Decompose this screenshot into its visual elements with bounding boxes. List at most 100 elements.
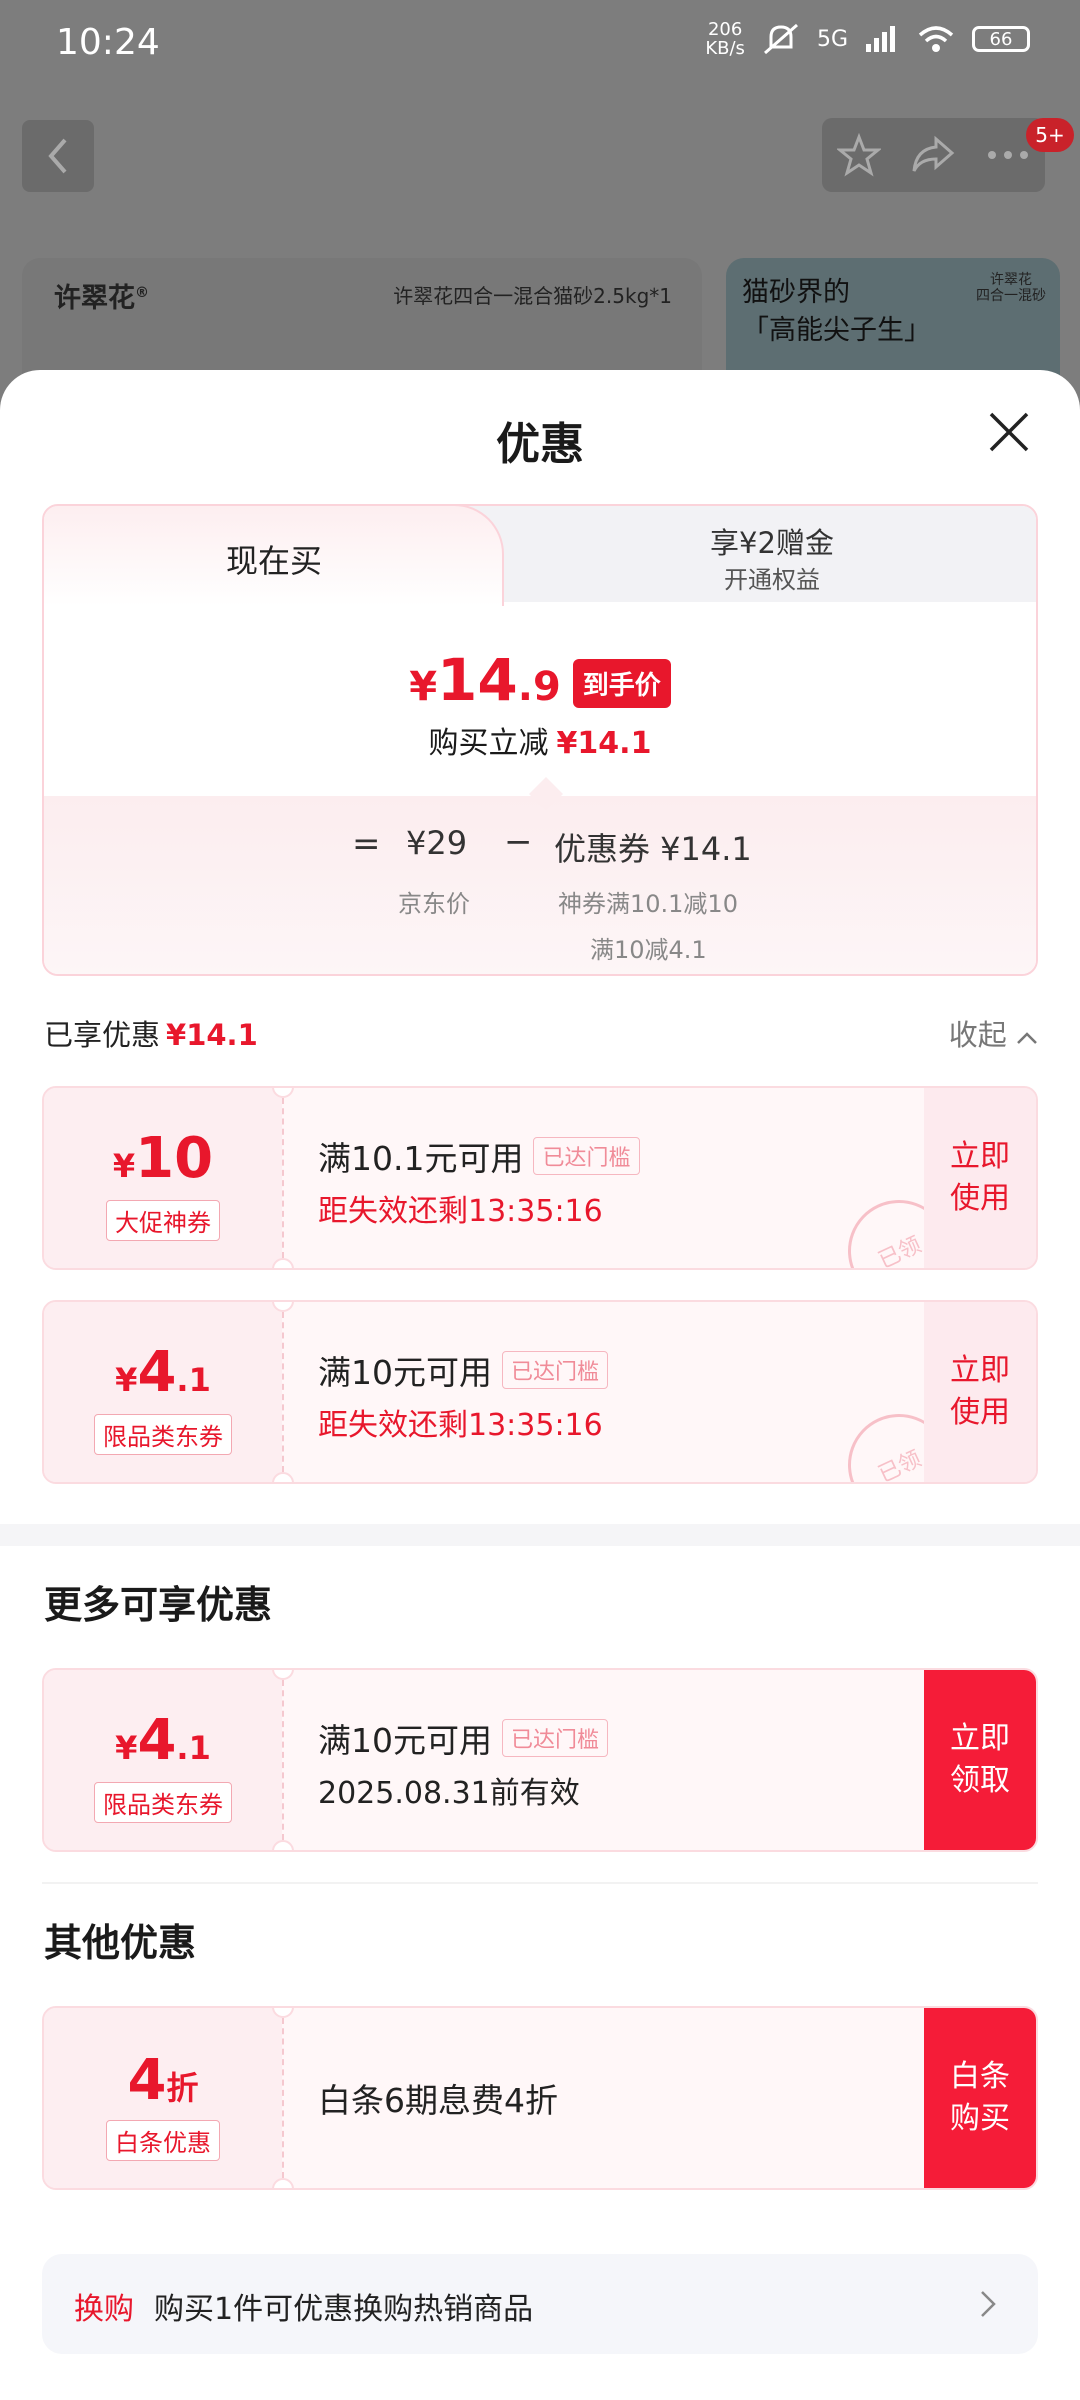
slogan-line1: 猫砂界的: [742, 277, 850, 308]
coupon-amount-int: 4: [137, 1340, 177, 1405]
final-price-int: 14: [437, 646, 518, 714]
chevron-up-icon: [1017, 1032, 1037, 1044]
discount-sheet: 优惠 现在买 享¥2赠金 开通权益 ¥ 14 .9 到手价 购买立减 ¥14.1 …: [0, 370, 1080, 2400]
tab-vip-bonus[interactable]: 享¥2赠金: [504, 520, 1036, 562]
coupon-note-2: 满10减4.1: [590, 936, 707, 964]
coupon-amount-dec: .1: [176, 1729, 211, 1767]
coupon-card: ¥ 4 .1 限品类东券 满10元可用 已达门槛 距失效还剩13:35:16 已…: [42, 1300, 1038, 1484]
coupon-condition-text: 满10元可用: [318, 1353, 492, 1392]
status-bar: 10:24 206 KB/s 5G 66: [0, 0, 1080, 92]
signal-icon: [866, 26, 895, 52]
coupon-amount-dec: .1: [176, 1361, 211, 1399]
chevron-right-icon: [981, 2291, 996, 2317]
offer-type-label: 白条优惠: [106, 2120, 220, 2161]
enjoyed-discount: 已享优惠 ¥14.1: [44, 1012, 258, 1054]
coupon-notch: [272, 1472, 294, 1482]
coupon-currency: ¥: [115, 1729, 138, 1767]
offer-description: 白条6期息费4折: [318, 2081, 558, 2120]
coupon-condition: 满10元可用 已达门槛: [318, 1714, 609, 1762]
coupon-amount: ¥ 10: [44, 1126, 282, 1191]
final-price: ¥ 14 .9 到手价: [44, 646, 1036, 714]
threshold-reached-badge: 已达门槛: [533, 1137, 640, 1175]
enjoyed-value: ¥14.1: [166, 1018, 258, 1052]
network-type: 5G: [816, 26, 848, 52]
coupon-notch: [272, 1258, 294, 1268]
coupon-amount: ¥ 4 .1: [44, 1340, 282, 1405]
sheet-title: 优惠: [496, 419, 584, 470]
section-divider: [0, 1524, 1080, 1546]
other-discounts-title: 其他优惠: [44, 1921, 197, 1965]
exchange-purchase-row[interactable]: 换购 购买1件可优惠换购热销商品: [42, 2254, 1038, 2354]
brand-name: 许翠花®: [54, 276, 149, 315]
use-now-button[interactable]: 立即 使用: [924, 1088, 1036, 1268]
price-breakdown: = ¥29 − 优惠券 ¥14.1 京东价 神券满10.1减10 满10减4.1: [44, 777, 1036, 974]
net-speed-value: 206: [707, 19, 743, 40]
net-speed-unit: KB/s: [705, 38, 745, 59]
offer-type: 白条优惠: [44, 2120, 282, 2161]
coupon-type-label: 限品类东券: [94, 1782, 232, 1823]
claim-now-button[interactable]: 立即 领取: [924, 1670, 1036, 1850]
instant-discount-label: 购买立减: [428, 726, 549, 761]
baitiao-buy-button[interactable]: 白条 购买: [924, 2008, 1036, 2188]
coupon-total: 优惠券 ¥14.1: [554, 830, 752, 868]
star-icon[interactable]: [836, 133, 881, 177]
top-actions: [822, 118, 1045, 192]
discount-rate: 4 折: [44, 2048, 282, 2113]
coupon-condition-text: 满10.1元可用: [318, 1139, 524, 1178]
coupon-card: ¥ 10 大促神券 满10.1元可用 已达门槛 距失效还剩13:35:16 已领…: [42, 1086, 1038, 1270]
coupon-countdown: 距失效还剩13:35:16: [318, 1194, 603, 1229]
final-price-dec: .9: [517, 664, 561, 710]
more-icon[interactable]: [986, 149, 1030, 161]
coupon-currency: ¥: [112, 1147, 136, 1185]
threshold-reached-badge: 已达门槛: [502, 1351, 609, 1389]
exchange-label: 换购: [74, 2292, 134, 2327]
cart-badge: 5+: [1026, 118, 1074, 152]
coupon-divider: [282, 1680, 284, 1840]
slogan-line2: 「高能尖子生」: [742, 315, 931, 346]
battery-icon: 66: [972, 26, 1030, 52]
use-now-button[interactable]: 立即 使用: [924, 1302, 1036, 1482]
tab-buy-now-label[interactable]: 现在买: [44, 536, 504, 582]
chevron-left-icon: [48, 138, 67, 174]
coupon-countdown: 距失效还剩13:35:16: [318, 1408, 603, 1443]
coupon-condition-text: 满10元可用: [318, 1721, 492, 1760]
status-time: 10:24: [56, 22, 160, 63]
claimable-coupon-card: ¥ 4 .1 限品类东券 满10元可用 已达门槛 2025.08.31前有效 立…: [42, 1668, 1038, 1852]
brand-text: 许翠花: [54, 283, 135, 314]
coupon-amount-int: 4: [137, 1708, 177, 1773]
coupon-type-label: 大促神券: [106, 1200, 220, 1241]
coupon-type: 大促神券: [44, 1200, 282, 1241]
jd-price-label: 京东价: [398, 890, 470, 918]
caret: [529, 777, 563, 811]
enjoyed-label: 已享优惠: [44, 1018, 161, 1052]
share-icon[interactable]: [910, 135, 956, 175]
side-tag: 许翠花 四合一混砂: [976, 272, 1046, 304]
jd-price: ¥29: [406, 824, 468, 862]
coupon-condition: 满10元可用 已达门槛: [318, 1346, 609, 1394]
collapse-label: 收起: [948, 1018, 1007, 1052]
side-tag-line2: 四合一混砂: [976, 288, 1046, 304]
threshold-reached-badge: 已达门槛: [502, 1719, 609, 1757]
more-discounts-title: 更多可享优惠: [44, 1583, 273, 1627]
back-button[interactable]: [22, 120, 94, 192]
coupon-condition: 满10.1元可用 已达门槛: [318, 1132, 640, 1180]
tab-vip-sub[interactable]: 开通权益: [504, 560, 1036, 595]
mute-bell-icon: [763, 23, 798, 55]
wifi-icon: [918, 26, 954, 52]
collapse-button[interactable]: 收起: [949, 1012, 1038, 1054]
coupon-currency: ¥: [115, 1361, 138, 1399]
exchange-text: 购买1件可优惠换购热销商品: [154, 2292, 534, 2327]
final-price-currency: ¥: [409, 664, 438, 710]
close-icon[interactable]: [985, 408, 1033, 456]
baitiao-offer-card: 4 折 白条优惠 白条6期息费4折 白条 购买: [42, 2006, 1038, 2190]
coupon-validity: 2025.08.31前有效: [318, 1776, 580, 1811]
equals-sign: =: [352, 824, 381, 864]
background-page: 10:24 206 KB/s 5G 66 5+ 许翠花® 许翠花四合一混合猫砂2…: [0, 0, 1080, 428]
coupon-notch: [272, 2178, 294, 2188]
product-title: 许翠花四合一混合猫砂2.5kg*1: [393, 284, 672, 308]
coupon-type: 限品类东券: [44, 1782, 282, 1823]
separator: [42, 1882, 1038, 1884]
coupon-amount-int: 10: [135, 1126, 214, 1191]
discount-rate-unit: 折: [166, 2069, 199, 2107]
coupon-divider: [282, 1098, 284, 1258]
